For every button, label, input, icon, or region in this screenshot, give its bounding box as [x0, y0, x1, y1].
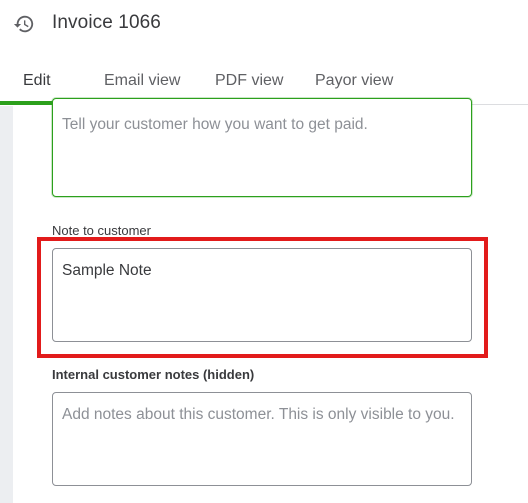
internal-notes-field[interactable]: Add notes about this customer. This is o… — [52, 392, 472, 486]
payment-message-field[interactable]: Tell your customer how you want to get p… — [52, 98, 472, 197]
internal-notes-label: Internal customer notes (hidden) — [52, 367, 255, 382]
left-panel-edge — [0, 106, 13, 503]
tab-pdf-view[interactable]: PDF view — [215, 72, 283, 90]
page-title: Invoice 1066 — [52, 12, 161, 33]
note-to-customer-label: Note to customer — [52, 223, 151, 238]
history-icon[interactable] — [13, 13, 35, 35]
highlight-box — [37, 237, 488, 358]
payment-message-placeholder: Tell your customer how you want to get p… — [62, 116, 368, 133]
tab-email-view[interactable]: Email view — [104, 72, 180, 90]
form-content: Tell your customer how you want to get p… — [13, 98, 528, 503]
internal-notes-placeholder: Add notes about this customer. This is o… — [62, 406, 455, 423]
tab-payor-view[interactable]: Payor view — [315, 72, 393, 90]
tab-edit[interactable]: Edit — [23, 72, 51, 90]
page-header: Invoice 1066 — [0, 0, 528, 50]
